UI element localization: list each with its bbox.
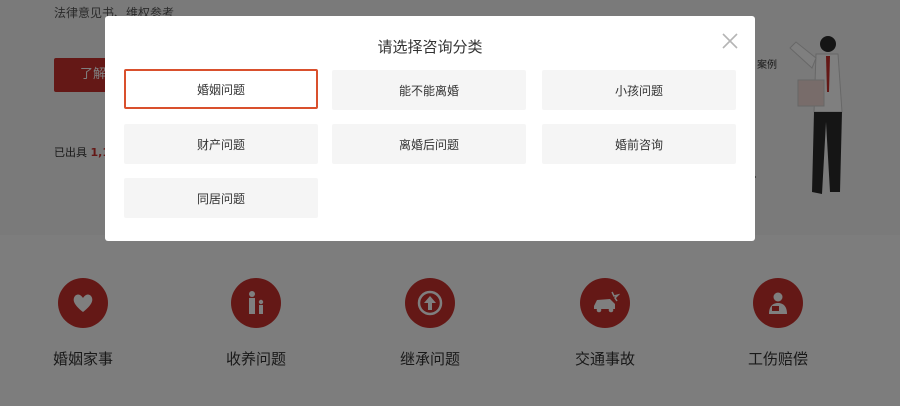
close-icon	[722, 33, 738, 49]
category-select-modal: 请选择咨询分类 婚姻问题 能不能离婚 小孩问题 财产问题 离婚后问题 婚前咨询 …	[105, 16, 755, 241]
option-cohabitation-issue[interactable]: 同居问题	[124, 178, 318, 218]
close-button[interactable]	[719, 30, 741, 52]
option-marriage-issue[interactable]: 婚姻问题	[124, 69, 318, 109]
option-property-issue[interactable]: 财产问题	[124, 124, 318, 164]
modal-title: 请选择咨询分类	[377, 38, 483, 56]
option-can-divorce[interactable]: 能不能离婚	[332, 70, 526, 110]
option-post-divorce-issue[interactable]: 离婚后问题	[332, 124, 526, 164]
option-child-issue[interactable]: 小孩问题	[542, 70, 736, 110]
option-premarital-consult[interactable]: 婚前咨询	[542, 124, 736, 164]
